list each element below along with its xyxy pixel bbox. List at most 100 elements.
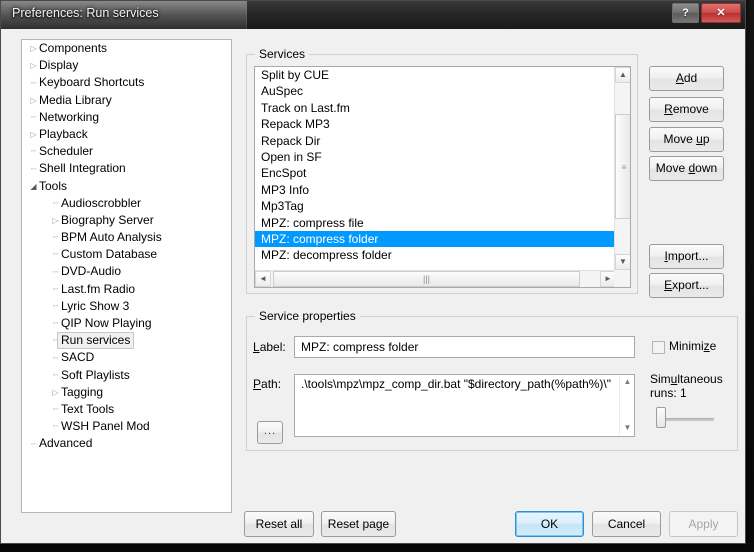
window-title: Preferences: Run services bbox=[12, 6, 159, 20]
tree-item-label: Tools bbox=[39, 178, 68, 193]
tree-item-qip-now-playing[interactable]: ┈ QIP Now Playing bbox=[22, 315, 231, 332]
tree-item-run-services[interactable]: ┈ Run services bbox=[22, 332, 231, 350]
chevron-right-icon[interactable]: ▷ bbox=[28, 126, 39, 143]
tree-item-playback[interactable]: ▷ Playback bbox=[22, 126, 231, 143]
tree-item-soft-playlists[interactable]: ┈ Soft Playlists bbox=[22, 367, 231, 384]
service-list-item[interactable]: Open in SF bbox=[255, 149, 616, 165]
vertical-scroll-thumb[interactable]: ≡ bbox=[615, 114, 630, 219]
tree-item-label: Lyric Show 3 bbox=[61, 298, 130, 313]
tree-item-bpm-auto-analysis[interactable]: ┈ BPM Auto Analysis bbox=[22, 229, 231, 246]
preferences-tree[interactable]: ▷ Components ▷ Display ┈ Keyboard Shortcuts ▷ M… bbox=[21, 39, 232, 513]
tree-item-label: Media Library bbox=[39, 92, 112, 107]
chevron-right-icon[interactable]: ▷ bbox=[50, 212, 61, 229]
service-list-item[interactable]: MPZ: compress file bbox=[255, 215, 616, 231]
tree-item-label: Scheduler bbox=[39, 144, 94, 159]
tree-connector-icon: ┈ bbox=[52, 404, 59, 415]
apply-button: Apply bbox=[669, 511, 738, 537]
simultaneous-runs-slider-track[interactable] bbox=[658, 418, 714, 421]
tree-item-label: Components bbox=[39, 41, 108, 55]
tree-item-wsh-panel-mod[interactable]: ┈ WSH Panel Mod bbox=[22, 418, 231, 435]
move-down-button[interactable]: Move down bbox=[649, 156, 724, 181]
tree-item-scheduler[interactable]: ┈ Scheduler bbox=[22, 143, 231, 160]
tree-item-audioscrobbler[interactable]: ┈ Audioscrobbler bbox=[22, 195, 231, 212]
move-up-button[interactable]: Move up bbox=[649, 127, 724, 152]
services-vertical-scrollbar[interactable]: ▲ ≡ ▼ bbox=[614, 67, 630, 270]
scroll-grip-icon: ||| bbox=[422, 274, 430, 284]
tree-item-components[interactable]: ▷ Components bbox=[22, 40, 231, 57]
tree-item-label: QIP Now Playing bbox=[61, 316, 152, 330]
chevron-down-icon[interactable]: ◢ bbox=[28, 178, 39, 195]
service-list-item[interactable]: AuSpec bbox=[255, 83, 616, 99]
cancel-button[interactable]: Cancel bbox=[592, 511, 661, 537]
tree-item-keyboard-shortcuts[interactable]: ┈ Keyboard Shortcuts bbox=[22, 74, 231, 91]
service-list-item[interactable]: Track on Last.fm bbox=[255, 100, 616, 116]
scroll-up-icon[interactable]: ▲ bbox=[620, 375, 634, 390]
tree-item-label: Advanced bbox=[39, 436, 93, 451]
service-list-item[interactable]: EncSpot bbox=[255, 165, 616, 181]
horizontal-scroll-thumb[interactable]: ||| bbox=[273, 271, 580, 287]
tree-connector-icon: ┈ bbox=[30, 438, 37, 449]
tree-item-advanced[interactable]: ┈ Advanced bbox=[22, 435, 231, 452]
services-listbox[interactable]: Split by CUE AuSpec Track on Last.fm Repack… bbox=[254, 66, 631, 288]
tree-list: ▷ Components ▷ Display ┈ Keyboard Shortcuts ▷ M… bbox=[22, 40, 231, 453]
tree-connector-icon: ┈ bbox=[52, 283, 59, 294]
path-vertical-scrollbar[interactable]: ▲ ▼ bbox=[619, 375, 634, 436]
chevron-right-icon[interactable]: ▷ bbox=[28, 92, 39, 109]
tree-item-label: BPM Auto Analysis bbox=[61, 230, 162, 245]
chevron-right-icon[interactable]: ▷ bbox=[28, 57, 39, 74]
close-button[interactable]: ✕ bbox=[701, 3, 741, 23]
scroll-down-icon[interactable]: ▼ bbox=[615, 254, 630, 270]
path-caption: Path: bbox=[253, 377, 282, 391]
service-list-item[interactable]: Repack MP3 bbox=[255, 116, 616, 132]
services-legend: Services bbox=[255, 47, 310, 61]
tree-item-lyric-show-3[interactable]: ┈ Lyric Show 3 bbox=[22, 298, 231, 315]
label-input[interactable]: MPZ: compress folder bbox=[294, 336, 635, 358]
tree-connector-icon: ┈ bbox=[52, 197, 59, 208]
tree-item-last-fm-radio[interactable]: ┈ Last.fm Radio bbox=[22, 281, 231, 298]
tree-item-tools[interactable]: ◢ Tools bbox=[22, 178, 231, 195]
tree-item-tagging[interactable]: ▷ Tagging bbox=[22, 384, 231, 401]
browse-button[interactable]: ... bbox=[257, 421, 283, 444]
tree-connector-icon: ┈ bbox=[30, 146, 37, 157]
services-horizontal-scrollbar[interactable]: ◄ ||| ► bbox=[255, 270, 616, 287]
tree-item-dvd-audio[interactable]: ┈ DVD-Audio bbox=[22, 263, 231, 280]
import-button[interactable]: Import... bbox=[649, 244, 724, 269]
tree-item-networking[interactable]: ┈ Networking bbox=[22, 109, 231, 126]
tree-connector-icon: ┈ bbox=[52, 266, 59, 277]
reset-all-button[interactable]: Reset all bbox=[244, 511, 314, 537]
service-list-item[interactable]: MPZ: compress folder bbox=[255, 230, 616, 248]
remove-button[interactable]: Remove bbox=[649, 97, 724, 122]
chevron-right-icon[interactable]: ▷ bbox=[28, 40, 39, 57]
help-button[interactable]: ? bbox=[672, 3, 699, 23]
scroll-down-icon[interactable]: ▼ bbox=[620, 421, 634, 436]
tree-item-text-tools[interactable]: ┈ Text Tools bbox=[22, 401, 231, 418]
service-properties-legend: Service properties bbox=[255, 309, 360, 323]
tree-connector-icon: ┈ bbox=[30, 163, 37, 174]
tree-item-biography-server[interactable]: ▷ Biography Server bbox=[22, 212, 231, 229]
scroll-up-icon[interactable]: ▲ bbox=[615, 67, 630, 83]
service-list-item[interactable]: Repack Dir bbox=[255, 133, 616, 149]
scroll-left-icon[interactable]: ◄ bbox=[255, 271, 271, 287]
tree-item-custom-database[interactable]: ┈ Custom Database bbox=[22, 246, 231, 263]
service-list-item[interactable]: Split by CUE bbox=[255, 67, 616, 83]
simultaneous-runs-slider-thumb[interactable] bbox=[656, 407, 666, 428]
ok-button[interactable]: OK bbox=[515, 511, 584, 537]
export-button[interactable]: Export... bbox=[649, 273, 724, 298]
minimize-checkbox[interactable] bbox=[652, 341, 665, 354]
tree-item-label: Custom Database bbox=[61, 247, 158, 262]
path-input[interactable]: .\tools\mpz\mpz_comp_dir.bat "$directory… bbox=[294, 374, 635, 437]
service-list-item[interactable]: Mp3Tag bbox=[255, 198, 616, 214]
tree-item-label: Networking bbox=[39, 109, 100, 124]
tree-item-media-library[interactable]: ▷ Media Library bbox=[22, 92, 231, 109]
title-bar[interactable]: Preferences: Run services ? ✕ bbox=[1, 1, 745, 29]
tree-item-label: Shell Integration bbox=[39, 161, 126, 176]
tree-item-display[interactable]: ▷ Display bbox=[22, 57, 231, 74]
add-button[interactable]: Add bbox=[649, 66, 724, 91]
tree-connector-icon: ┈ bbox=[30, 77, 37, 88]
tree-item-sacd[interactable]: ┈ SACD bbox=[22, 349, 231, 366]
chevron-right-icon[interactable]: ▷ bbox=[50, 384, 61, 401]
service-list-item[interactable]: MP3 Info bbox=[255, 182, 616, 198]
tree-item-shell-integration[interactable]: ┈ Shell Integration bbox=[22, 160, 231, 177]
service-list-item[interactable]: MPZ: decompress folder bbox=[255, 247, 616, 263]
reset-page-button[interactable]: Reset page bbox=[321, 511, 396, 537]
